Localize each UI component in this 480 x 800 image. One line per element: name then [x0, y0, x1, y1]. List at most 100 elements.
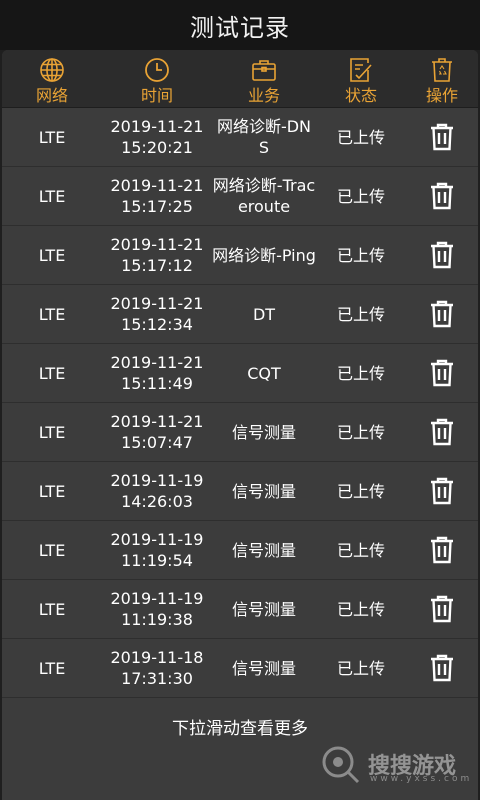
row-business: 网络诊断-DNS: [216, 117, 312, 157]
table-header: 网络 时间 业务 状态 操作: [2, 50, 478, 108]
trash-icon: [431, 536, 453, 564]
row-time: 15:12:34: [121, 315, 193, 334]
header-business-label: 业务: [247, 86, 280, 105]
row-business: DT: [252, 304, 276, 324]
row-date: 2019-11-21: [110, 294, 204, 313]
row-datetime: 2019-11-19 11:19:38: [102, 588, 212, 630]
header-status: 状态: [316, 50, 406, 106]
table-row[interactable]: LTE 2019-11-21 15:07:47 信号测量 已上传: [2, 403, 478, 462]
header-action-label: 操作: [425, 86, 458, 105]
row-network: LTE: [38, 658, 66, 678]
table-row[interactable]: LTE 2019-11-21 15:17:12 网络诊断-Ping 已上传: [2, 226, 478, 285]
row-network: LTE: [38, 304, 66, 324]
search-logo-icon: [322, 746, 360, 784]
row-date: 2019-11-21: [110, 353, 204, 372]
row-date: 2019-11-21: [110, 117, 204, 136]
header-network: 网络: [2, 50, 102, 106]
trash-icon: [431, 241, 453, 269]
table-row[interactable]: LTE 2019-11-19 11:19:54 信号测量 已上传: [2, 521, 478, 580]
row-date: 2019-11-19: [110, 471, 204, 490]
row-status: 已上传: [336, 599, 385, 619]
row-network: LTE: [38, 540, 66, 560]
row-network: LTE: [38, 186, 66, 206]
row-time: 15:17:12: [121, 256, 193, 275]
watermark-sub: www.yxss.com: [370, 774, 473, 784]
delete-button[interactable]: [406, 241, 478, 269]
row-network: LTE: [38, 363, 66, 383]
row-date: 2019-11-19: [110, 589, 204, 608]
trash-icon: [431, 418, 453, 446]
row-network: LTE: [38, 422, 66, 442]
delete-button[interactable]: [406, 182, 478, 210]
row-network: LTE: [38, 599, 66, 619]
row-datetime: 2019-11-19 11:19:54: [102, 529, 212, 571]
row-datetime: 2019-11-18 17:31:30: [102, 647, 212, 689]
row-time: 15:20:21: [121, 138, 193, 157]
row-network: LTE: [38, 245, 66, 265]
row-status: 已上传: [336, 304, 385, 324]
row-network: LTE: [38, 481, 66, 501]
row-business: 信号测量: [231, 599, 296, 619]
trash-icon: [431, 300, 453, 328]
row-time: 11:19:54: [121, 551, 193, 570]
delete-button[interactable]: [406, 595, 478, 623]
row-time: 17:31:30: [121, 669, 193, 688]
table-row[interactable]: LTE 2019-11-21 15:17:25 网络诊断-Traceroute 已上传: [2, 167, 478, 226]
table-row[interactable]: LTE 2019-11-21 15:11:49 CQT 已上传: [2, 344, 478, 403]
title-bar: 测试记录: [0, 0, 480, 50]
row-datetime: 2019-11-21 15:20:21: [102, 116, 212, 158]
delete-button[interactable]: [406, 418, 478, 446]
header-time: 时间: [102, 50, 212, 106]
table-row[interactable]: LTE 2019-11-18 17:31:30 信号测量 已上传: [2, 639, 478, 698]
row-status: 已上传: [336, 245, 385, 265]
page-title: 测试记录: [190, 13, 290, 42]
row-business: 信号测量: [231, 540, 296, 560]
row-status: 已上传: [336, 422, 385, 442]
delete-button[interactable]: [406, 477, 478, 505]
header-action: 操作: [406, 50, 478, 106]
watermark-logo: 搜搜游戏 www.yxss.com: [318, 738, 469, 790]
table-row[interactable]: LTE 2019-11-21 15:20:21 网络诊断-DNS 已上传: [2, 108, 478, 167]
table-row[interactable]: LTE 2019-11-19 14:26:03 信号测量 已上传: [2, 462, 478, 521]
trash-icon: [431, 654, 453, 682]
delete-button[interactable]: [406, 300, 478, 328]
recycle-bin-icon: [432, 58, 452, 82]
row-datetime: 2019-11-21 15:12:34: [102, 293, 212, 335]
row-date: 2019-11-21: [110, 412, 204, 431]
row-datetime: 2019-11-21 15:07:47: [102, 411, 212, 453]
globe-icon: [40, 58, 64, 82]
table-row[interactable]: LTE 2019-11-19 11:19:38 信号测量 已上传: [2, 580, 478, 639]
row-status: 已上传: [336, 540, 385, 560]
row-business: 网络诊断-Traceroute: [212, 176, 316, 216]
header-status-label: 状态: [344, 86, 377, 105]
row-time: 15:17:25: [121, 197, 193, 216]
row-date: 2019-11-18: [110, 648, 204, 667]
delete-button[interactable]: [406, 654, 478, 682]
row-date: 2019-11-21: [110, 235, 204, 254]
delete-button[interactable]: [406, 359, 478, 387]
briefcase-icon: [252, 60, 276, 81]
row-status: 已上传: [336, 481, 385, 501]
row-business: 信号测量: [231, 481, 296, 501]
row-time: 15:07:47: [121, 433, 193, 452]
row-status: 已上传: [336, 658, 385, 678]
row-status: 已上传: [336, 127, 385, 147]
row-status: 已上传: [336, 186, 385, 206]
row-network: LTE: [38, 127, 66, 147]
delete-button[interactable]: [406, 123, 478, 151]
delete-button[interactable]: [406, 536, 478, 564]
header-time-label: 时间: [140, 86, 173, 105]
row-business: 网络诊断-Ping: [212, 245, 316, 265]
row-datetime: 2019-11-21 15:17:25: [102, 175, 212, 217]
edit-checklist-icon: [350, 58, 372, 82]
trash-icon: [431, 182, 453, 210]
table-row[interactable]: LTE 2019-11-21 15:12:34 DT 已上传: [2, 285, 478, 344]
row-status: 已上传: [336, 363, 385, 383]
row-time: 15:11:49: [121, 374, 193, 393]
trash-icon: [431, 595, 453, 623]
trash-icon: [431, 477, 453, 505]
load-more-hint: 下拉滑动查看更多: [172, 719, 308, 739]
row-date: 2019-11-21: [110, 176, 204, 195]
header-network-label: 网络: [35, 86, 68, 105]
row-datetime: 2019-11-19 14:26:03: [102, 470, 212, 512]
